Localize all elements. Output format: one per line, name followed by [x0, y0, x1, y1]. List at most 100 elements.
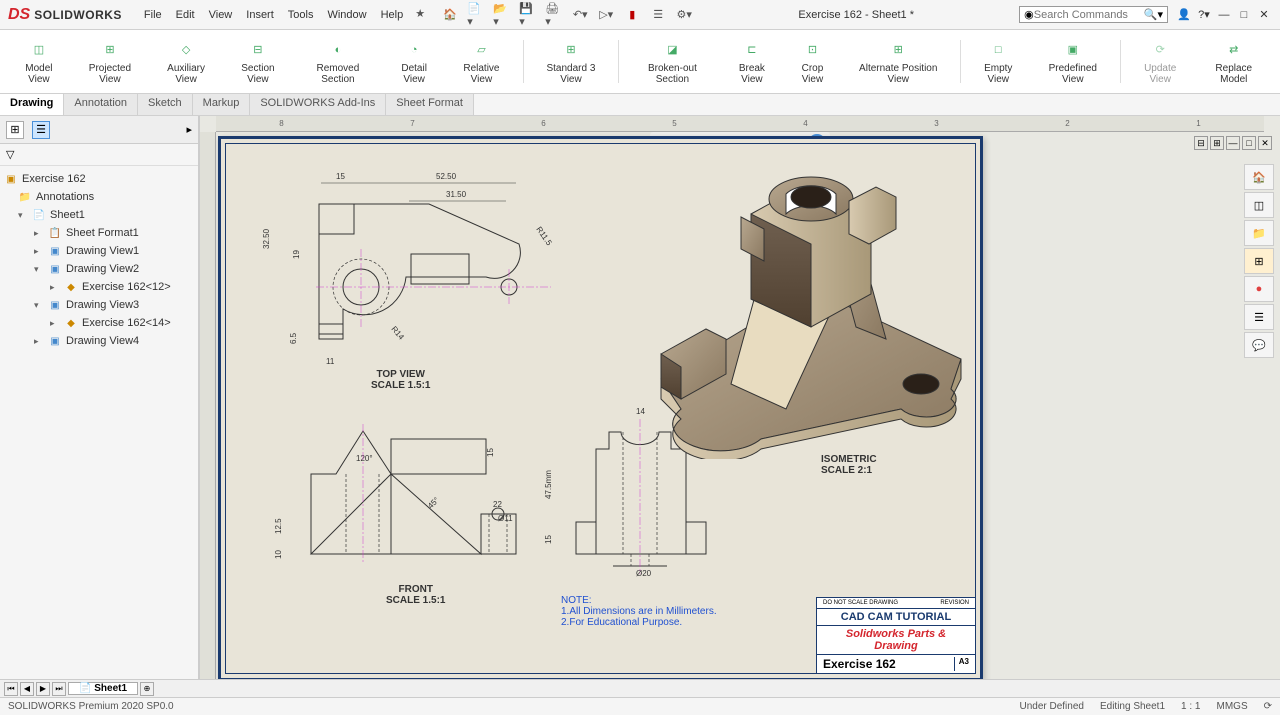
sheet-add-icon[interactable]: ⊕ — [140, 682, 154, 696]
removed-section-button[interactable]: ◐Removed Section — [294, 36, 382, 87]
vertical-ruler — [200, 132, 216, 679]
search-magnifier-icon[interactable]: 🔍▾ — [1144, 8, 1163, 21]
tree-sheet1[interactable]: ▾📄Sheet1 — [0, 206, 198, 224]
title-bar: DS SOLIDWORKS File Edit View Insert Tool… — [0, 0, 1280, 30]
top-view-label: TOP VIEWSCALE 1.5:1 — [371, 369, 430, 391]
status-version: SOLIDWORKS Premium 2020 SP0.0 — [8, 701, 174, 712]
palette-appearances-icon[interactable]: ● — [1244, 276, 1274, 302]
tree-view4[interactable]: ▸▣Drawing View4 — [0, 332, 198, 350]
tab-annotation[interactable]: Annotation — [64, 94, 138, 115]
drawing-area[interactable]: 87654321 ⊟ ⊞ — □ ✕ 🔍 ⊡ 🔍 ◐ ◫ 👁 🎨 ● — [200, 116, 1280, 679]
menu-window[interactable]: Window — [321, 5, 372, 25]
document-title: Exercise 162 - Sheet1 * — [693, 9, 1019, 21]
dc-min-icon[interactable]: — — [1226, 136, 1240, 150]
sheet-tab-1[interactable]: 📄 Sheet1 — [68, 682, 138, 695]
menu-tools[interactable]: Tools — [282, 5, 320, 25]
print-icon[interactable]: 🖨▾ — [545, 6, 563, 24]
empty-view-button[interactable]: □Empty View — [967, 36, 1030, 87]
break-view-button[interactable]: ⊏Break View — [722, 36, 783, 87]
tree-sheet-format[interactable]: ▸📋Sheet Format1 — [0, 224, 198, 242]
tree-filter[interactable]: ▽ — [0, 144, 198, 166]
dc-prev-icon[interactable]: ⊟ — [1194, 136, 1208, 150]
dc-close-icon[interactable]: ✕ — [1258, 136, 1272, 150]
status-units[interactable]: MMGS — [1217, 701, 1248, 712]
tree-display-icon[interactable]: ☰ — [32, 121, 50, 139]
tree-collapse-icon[interactable]: ▸ — [186, 123, 192, 136]
tab-sheet-format[interactable]: Sheet Format — [386, 94, 474, 115]
standard-3-view-button[interactable]: ⊞Standard 3 View — [530, 36, 613, 87]
status-reload-icon[interactable]: ⟳ — [1264, 701, 1272, 712]
menu-view[interactable]: View — [203, 5, 239, 25]
minimize-icon[interactable]: — — [1216, 7, 1232, 23]
tree-view2[interactable]: ▾▣Drawing View2 — [0, 260, 198, 278]
palette-resources-icon[interactable]: ◫ — [1244, 192, 1274, 218]
star-icon[interactable]: ★ — [411, 5, 429, 23]
sheet-nav-first[interactable]: ⏮ — [4, 682, 18, 696]
undo-icon[interactable]: ↶▾ — [571, 6, 589, 24]
tree-config-icon[interactable]: ⊞ — [6, 121, 24, 139]
model-view-button[interactable]: ◫Model View — [8, 36, 70, 87]
palette-view-palette-icon[interactable]: ⊞ — [1244, 248, 1274, 274]
new-icon[interactable]: 📄▾ — [467, 6, 485, 24]
open-icon[interactable]: 📂▾ — [493, 6, 511, 24]
search-commands[interactable]: ◉ 🔍▾ — [1019, 6, 1168, 23]
crop-view-button[interactable]: ⊡Crop View — [784, 36, 840, 87]
maximize-icon[interactable]: □ — [1236, 7, 1252, 23]
tab-drawing[interactable]: Drawing — [0, 94, 64, 115]
tree-view3[interactable]: ▾▣Drawing View3 — [0, 296, 198, 314]
help-icon[interactable]: ?▾ — [1196, 7, 1212, 23]
settings-icon[interactable]: ⚙▾ — [675, 6, 693, 24]
menu-insert[interactable]: Insert — [240, 5, 280, 25]
home-icon[interactable]: 🏠 — [441, 6, 459, 24]
broken-out-section-button[interactable]: ◪Broken-out Section — [625, 36, 719, 87]
menu-edit[interactable]: Edit — [170, 5, 201, 25]
palette-library-icon[interactable]: 📁 — [1244, 220, 1274, 246]
dc-max-icon[interactable]: □ — [1242, 136, 1256, 150]
auxiliary-view-button[interactable]: ◇Auxiliary View — [150, 36, 222, 87]
replace-model-button[interactable]: ⇄Replace Model — [1196, 36, 1272, 87]
projected-view-button[interactable]: ⊞Projected View — [72, 36, 148, 87]
options-icon[interactable]: ☰ — [649, 6, 667, 24]
select-icon[interactable]: ▷▾ — [597, 6, 615, 24]
alternate-position-button[interactable]: ⊞Alternate Position View — [843, 36, 954, 87]
tab-sketch[interactable]: Sketch — [138, 94, 193, 115]
palette-forum-icon[interactable]: 💬 — [1244, 332, 1274, 358]
save-icon[interactable]: 💾▾ — [519, 6, 537, 24]
front-view-label: FRONTSCALE 1.5:1 — [386, 584, 445, 606]
tree-items: ▣Exercise 162 📁Annotations ▾📄Sheet1 ▸📋Sh… — [0, 166, 198, 354]
dim-120: 120° — [356, 454, 373, 463]
drawing-window-controls: ⊟ ⊞ — □ ✕ — [1194, 136, 1272, 150]
palette-properties-icon[interactable]: ☰ — [1244, 304, 1274, 330]
predefined-view-button[interactable]: ▣Predefined View — [1032, 36, 1114, 87]
section-view-button[interactable]: ⊟Section View — [224, 36, 292, 87]
tree-exercise-12[interactable]: ▸◆Exercise 162<12> — [0, 278, 198, 296]
sheet-nav-prev[interactable]: ◀ — [20, 682, 34, 696]
palette-home-icon[interactable]: 🏠 — [1244, 164, 1274, 190]
front-view[interactable]: 120° 45° 12.5 10 15 22 Ø11 — [271, 419, 531, 574]
dim-32-5: 32.50 — [262, 228, 271, 249]
user-icon[interactable]: 👤 — [1176, 7, 1192, 23]
tree-exercise-14[interactable]: ▸◆Exercise 162<14> — [0, 314, 198, 332]
status-editing[interactable]: Editing Sheet1 — [1100, 701, 1165, 712]
sheet-nav-last[interactable]: ⏭ — [52, 682, 66, 696]
top-view[interactable]: 15 52.50 31.50 32.50 19 11 6.5 R11.5 R14 — [261, 169, 561, 369]
tree-annotations[interactable]: 📁Annotations — [0, 188, 198, 206]
sheet-nav-next[interactable]: ▶ — [36, 682, 50, 696]
menu-help[interactable]: Help — [375, 5, 410, 25]
dim-47-5: 47.5mm — [544, 470, 553, 499]
close-icon[interactable]: ✕ — [1256, 7, 1272, 23]
drawing-sheet[interactable]: 15 52.50 31.50 32.50 19 11 6.5 R11.5 R14 — [218, 136, 983, 679]
tree-view1[interactable]: ▸▣Drawing View1 — [0, 242, 198, 260]
dc-tile-icon[interactable]: ⊞ — [1210, 136, 1224, 150]
menu-file[interactable]: File — [138, 5, 168, 25]
relative-view-button[interactable]: ▱Relative View — [446, 36, 516, 87]
isometric-view[interactable] — [631, 159, 971, 459]
tab-markup[interactable]: Markup — [193, 94, 251, 115]
search-input[interactable] — [1034, 9, 1144, 21]
status-scale[interactable]: 1 : 1 — [1181, 701, 1200, 712]
tree-root[interactable]: ▣Exercise 162 — [0, 170, 198, 188]
tab-addins[interactable]: SOLIDWORKS Add-Ins — [250, 94, 386, 115]
app-logo: DS SOLIDWORKS — [0, 6, 130, 24]
rebuild-icon[interactable]: ▮ — [623, 6, 641, 24]
detail-view-button[interactable]: ◔Detail View — [384, 36, 444, 87]
